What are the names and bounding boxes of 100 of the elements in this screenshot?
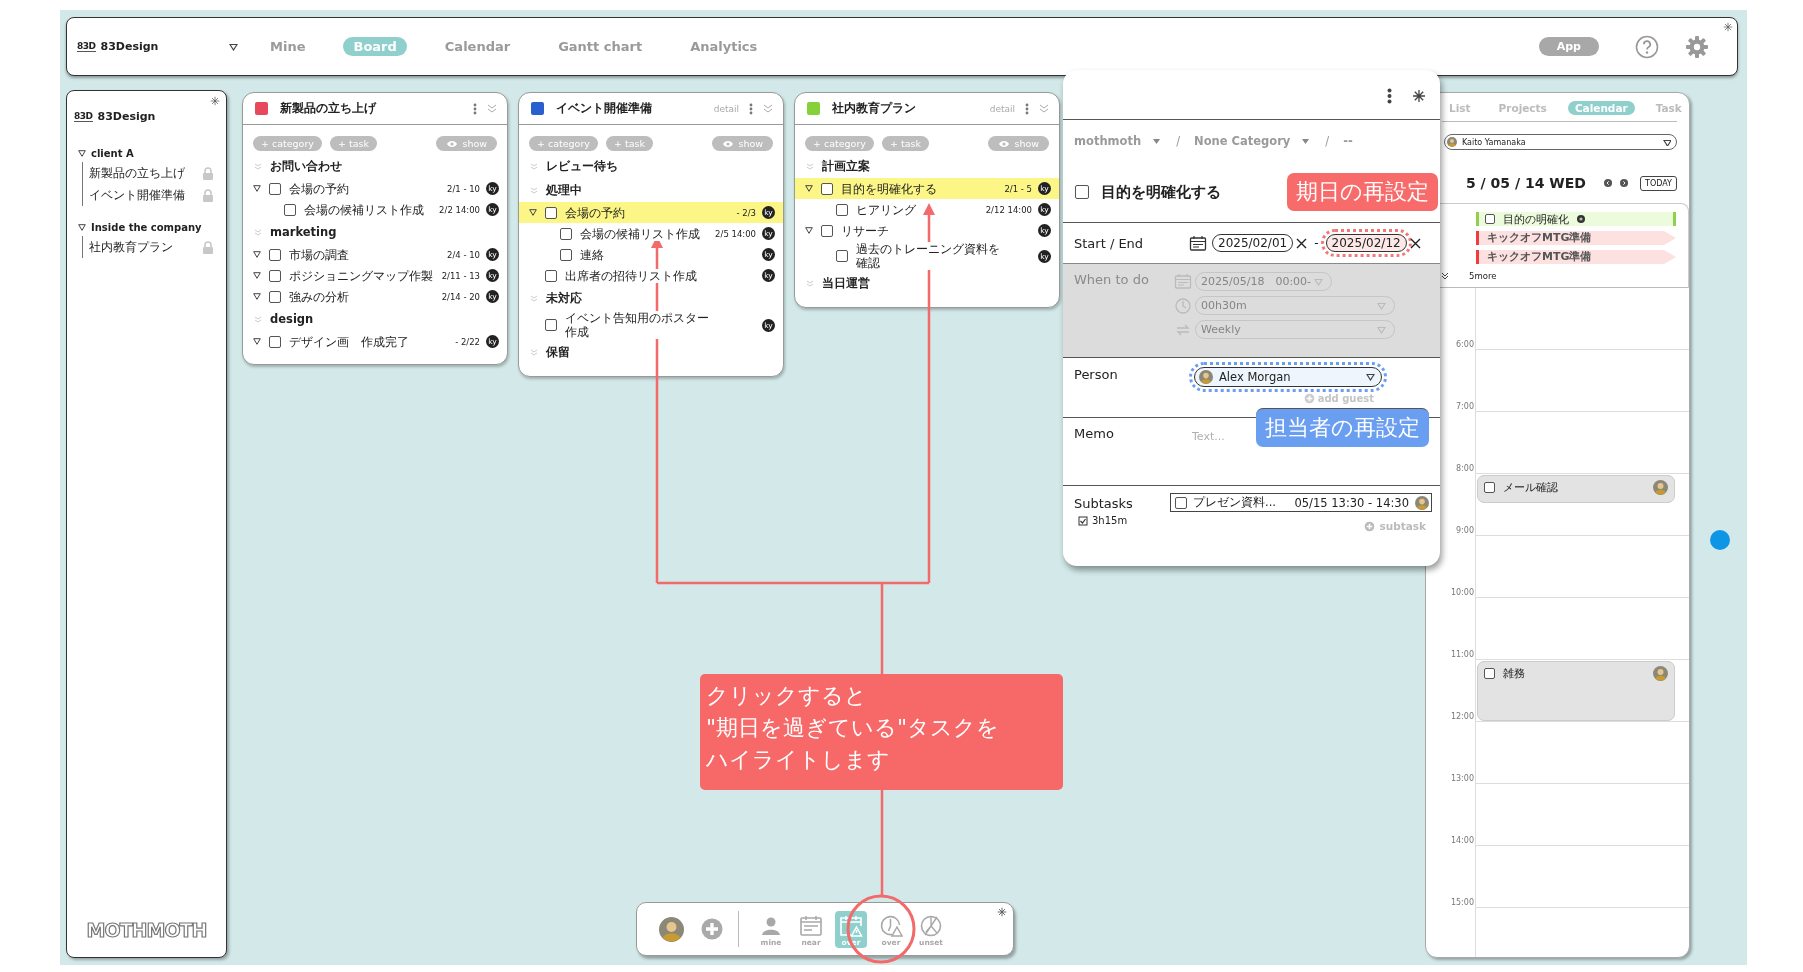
caret-icon[interactable]	[229, 42, 238, 51]
task-title[interactable]: 会場の予約	[289, 181, 349, 196]
previous-icon[interactable]	[1603, 177, 1612, 189]
checkbox[interactable]	[1484, 668, 1495, 679]
task-title[interactable]: 過去のトレーニング資料を確認	[856, 242, 1002, 270]
task-title[interactable]: リサーチ	[841, 223, 889, 238]
board-title: 新製品の立ち上げ	[280, 100, 376, 117]
clock-warning-icon	[879, 913, 903, 938]
expand-icon[interactable]	[805, 185, 813, 192]
project-item[interactable]: 新製品の立ち上げ	[89, 165, 185, 181]
task-title[interactable]: 目的を明確化する	[841, 181, 937, 196]
clear-icon[interactable]	[1296, 237, 1308, 249]
checkbox[interactable]	[545, 319, 557, 331]
logo: 83D	[77, 41, 96, 52]
checkbox[interactable]	[269, 335, 281, 348]
all-day-event[interactable]: キックオフMTG準備	[1476, 231, 1676, 245]
breadcrumb-separator: /	[1176, 134, 1180, 148]
expand-icon[interactable]	[78, 150, 86, 157]
checkbox[interactable]	[836, 250, 848, 262]
checkbox[interactable]	[545, 269, 557, 282]
task-title[interactable]: ヒアリング	[856, 202, 916, 217]
next-icon[interactable]	[1620, 177, 1629, 189]
section-title[interactable]: 未対応	[546, 290, 582, 306]
task-title[interactable]: 市場の調査	[289, 247, 349, 262]
task-title[interactable]: ポジショニングマップ作製	[289, 268, 433, 283]
time-label: 7:00	[1456, 402, 1474, 411]
breadcrumb-separator: /	[1325, 134, 1330, 148]
add-icon	[1303, 393, 1315, 404]
section-title[interactable]: お問い合わせ	[270, 158, 342, 174]
memo-field[interactable]: Text...	[1192, 428, 1248, 444]
project-item[interactable]: 社内教育プラン	[89, 239, 173, 255]
section-title[interactable]: design	[270, 312, 314, 326]
all-day-task[interactable]: 目的の明確化	[1476, 212, 1676, 226]
calendar-icon[interactable]	[1189, 235, 1207, 251]
checkbox[interactable]	[821, 224, 833, 237]
task-title[interactable]: 会場の候補リスト作成	[580, 226, 700, 241]
checkbox[interactable]	[836, 203, 848, 216]
checkbox[interactable]	[560, 248, 572, 261]
time-label: 8:00	[1456, 464, 1474, 473]
checkbox[interactable]	[821, 182, 833, 195]
task-title[interactable]: 強みの分析	[289, 289, 349, 304]
settings-icon[interactable]	[1685, 34, 1709, 59]
expand-icon[interactable]	[529, 209, 537, 216]
section-title[interactable]: 処理中	[546, 182, 582, 198]
checkbox[interactable]	[269, 290, 281, 303]
task-title[interactable]: イベント告知用のポスター作成	[565, 311, 711, 339]
checkbox[interactable]	[1484, 482, 1495, 493]
more-link[interactable]: 5more	[1469, 271, 1497, 281]
checkbox[interactable]	[1075, 185, 1089, 199]
task-title[interactable]: 会場の予約	[565, 205, 625, 220]
eye-icon	[722, 138, 735, 149]
expand-icon[interactable]	[253, 338, 261, 345]
task-title[interactable]: 会場の候補リスト作成	[304, 202, 424, 217]
callout-line: "期日を過ぎている"タスクを	[706, 714, 1000, 742]
project-item[interactable]: イベント開催準備	[89, 187, 185, 203]
section-title[interactable]: 計画立案	[822, 158, 870, 174]
checkbox[interactable]	[560, 227, 572, 240]
task-title[interactable]: デザイン画 作成完了	[289, 334, 409, 349]
more-icon[interactable]	[749, 102, 753, 115]
expand-icon[interactable]	[805, 227, 813, 234]
expand-icon[interactable]	[253, 272, 261, 279]
section-title[interactable]: レビュー待ち	[546, 158, 618, 174]
expand-icon[interactable]	[78, 224, 86, 231]
task-title[interactable]: 連絡	[580, 247, 604, 262]
caret-icon	[1366, 373, 1375, 381]
more-icon[interactable]	[1025, 102, 1029, 115]
today-button[interactable]: TODAY	[1640, 175, 1677, 191]
time-label: 11:00	[1450, 650, 1474, 659]
asterisk-icon[interactable]	[997, 907, 1007, 917]
help-icon[interactable]	[1635, 34, 1659, 59]
section-title[interactable]: 保留	[546, 344, 570, 360]
checkbox[interactable]	[269, 248, 281, 261]
expand-icon[interactable]	[253, 185, 261, 192]
section-title[interactable]: marketing	[270, 225, 337, 239]
logo: 83D	[74, 111, 93, 122]
clear-icon[interactable]	[1409, 237, 1421, 249]
calendar-event[interactable]: 雑務	[1477, 661, 1675, 721]
checkbox[interactable]	[1485, 214, 1495, 224]
more-icon[interactable]	[1387, 87, 1392, 104]
floating-dot[interactable]	[1710, 530, 1730, 550]
group-label[interactable]: client A	[91, 148, 134, 159]
checkbox[interactable]	[284, 203, 296, 216]
checkbox[interactable]	[269, 269, 281, 282]
checkbox[interactable]	[1175, 496, 1187, 509]
asterisk-icon[interactable]	[1723, 22, 1733, 32]
all-day-event[interactable]: キックオフMTG準備	[1476, 250, 1676, 264]
group-label[interactable]: Inside the company	[91, 222, 202, 233]
task-title[interactable]: 出席者の招待リスト作成	[565, 268, 697, 283]
calendar-event[interactable]: メール確認	[1477, 475, 1675, 503]
more-icon[interactable]	[473, 102, 477, 115]
expand-icon[interactable]	[253, 251, 261, 258]
section-title[interactable]: 当日運営	[822, 275, 870, 291]
subtask-row[interactable]: プレゼン資料... 05/15 13:30 - 14:30	[1170, 493, 1432, 512]
expand-icon[interactable]	[253, 293, 261, 300]
checkbox[interactable]	[545, 206, 557, 219]
time-label: 14:00	[1450, 836, 1474, 845]
checkbox[interactable]	[269, 182, 281, 195]
expand-icon[interactable]	[1441, 272, 1449, 280]
asterisk-icon[interactable]	[210, 96, 220, 106]
asterisk-icon[interactable]	[1412, 88, 1426, 103]
